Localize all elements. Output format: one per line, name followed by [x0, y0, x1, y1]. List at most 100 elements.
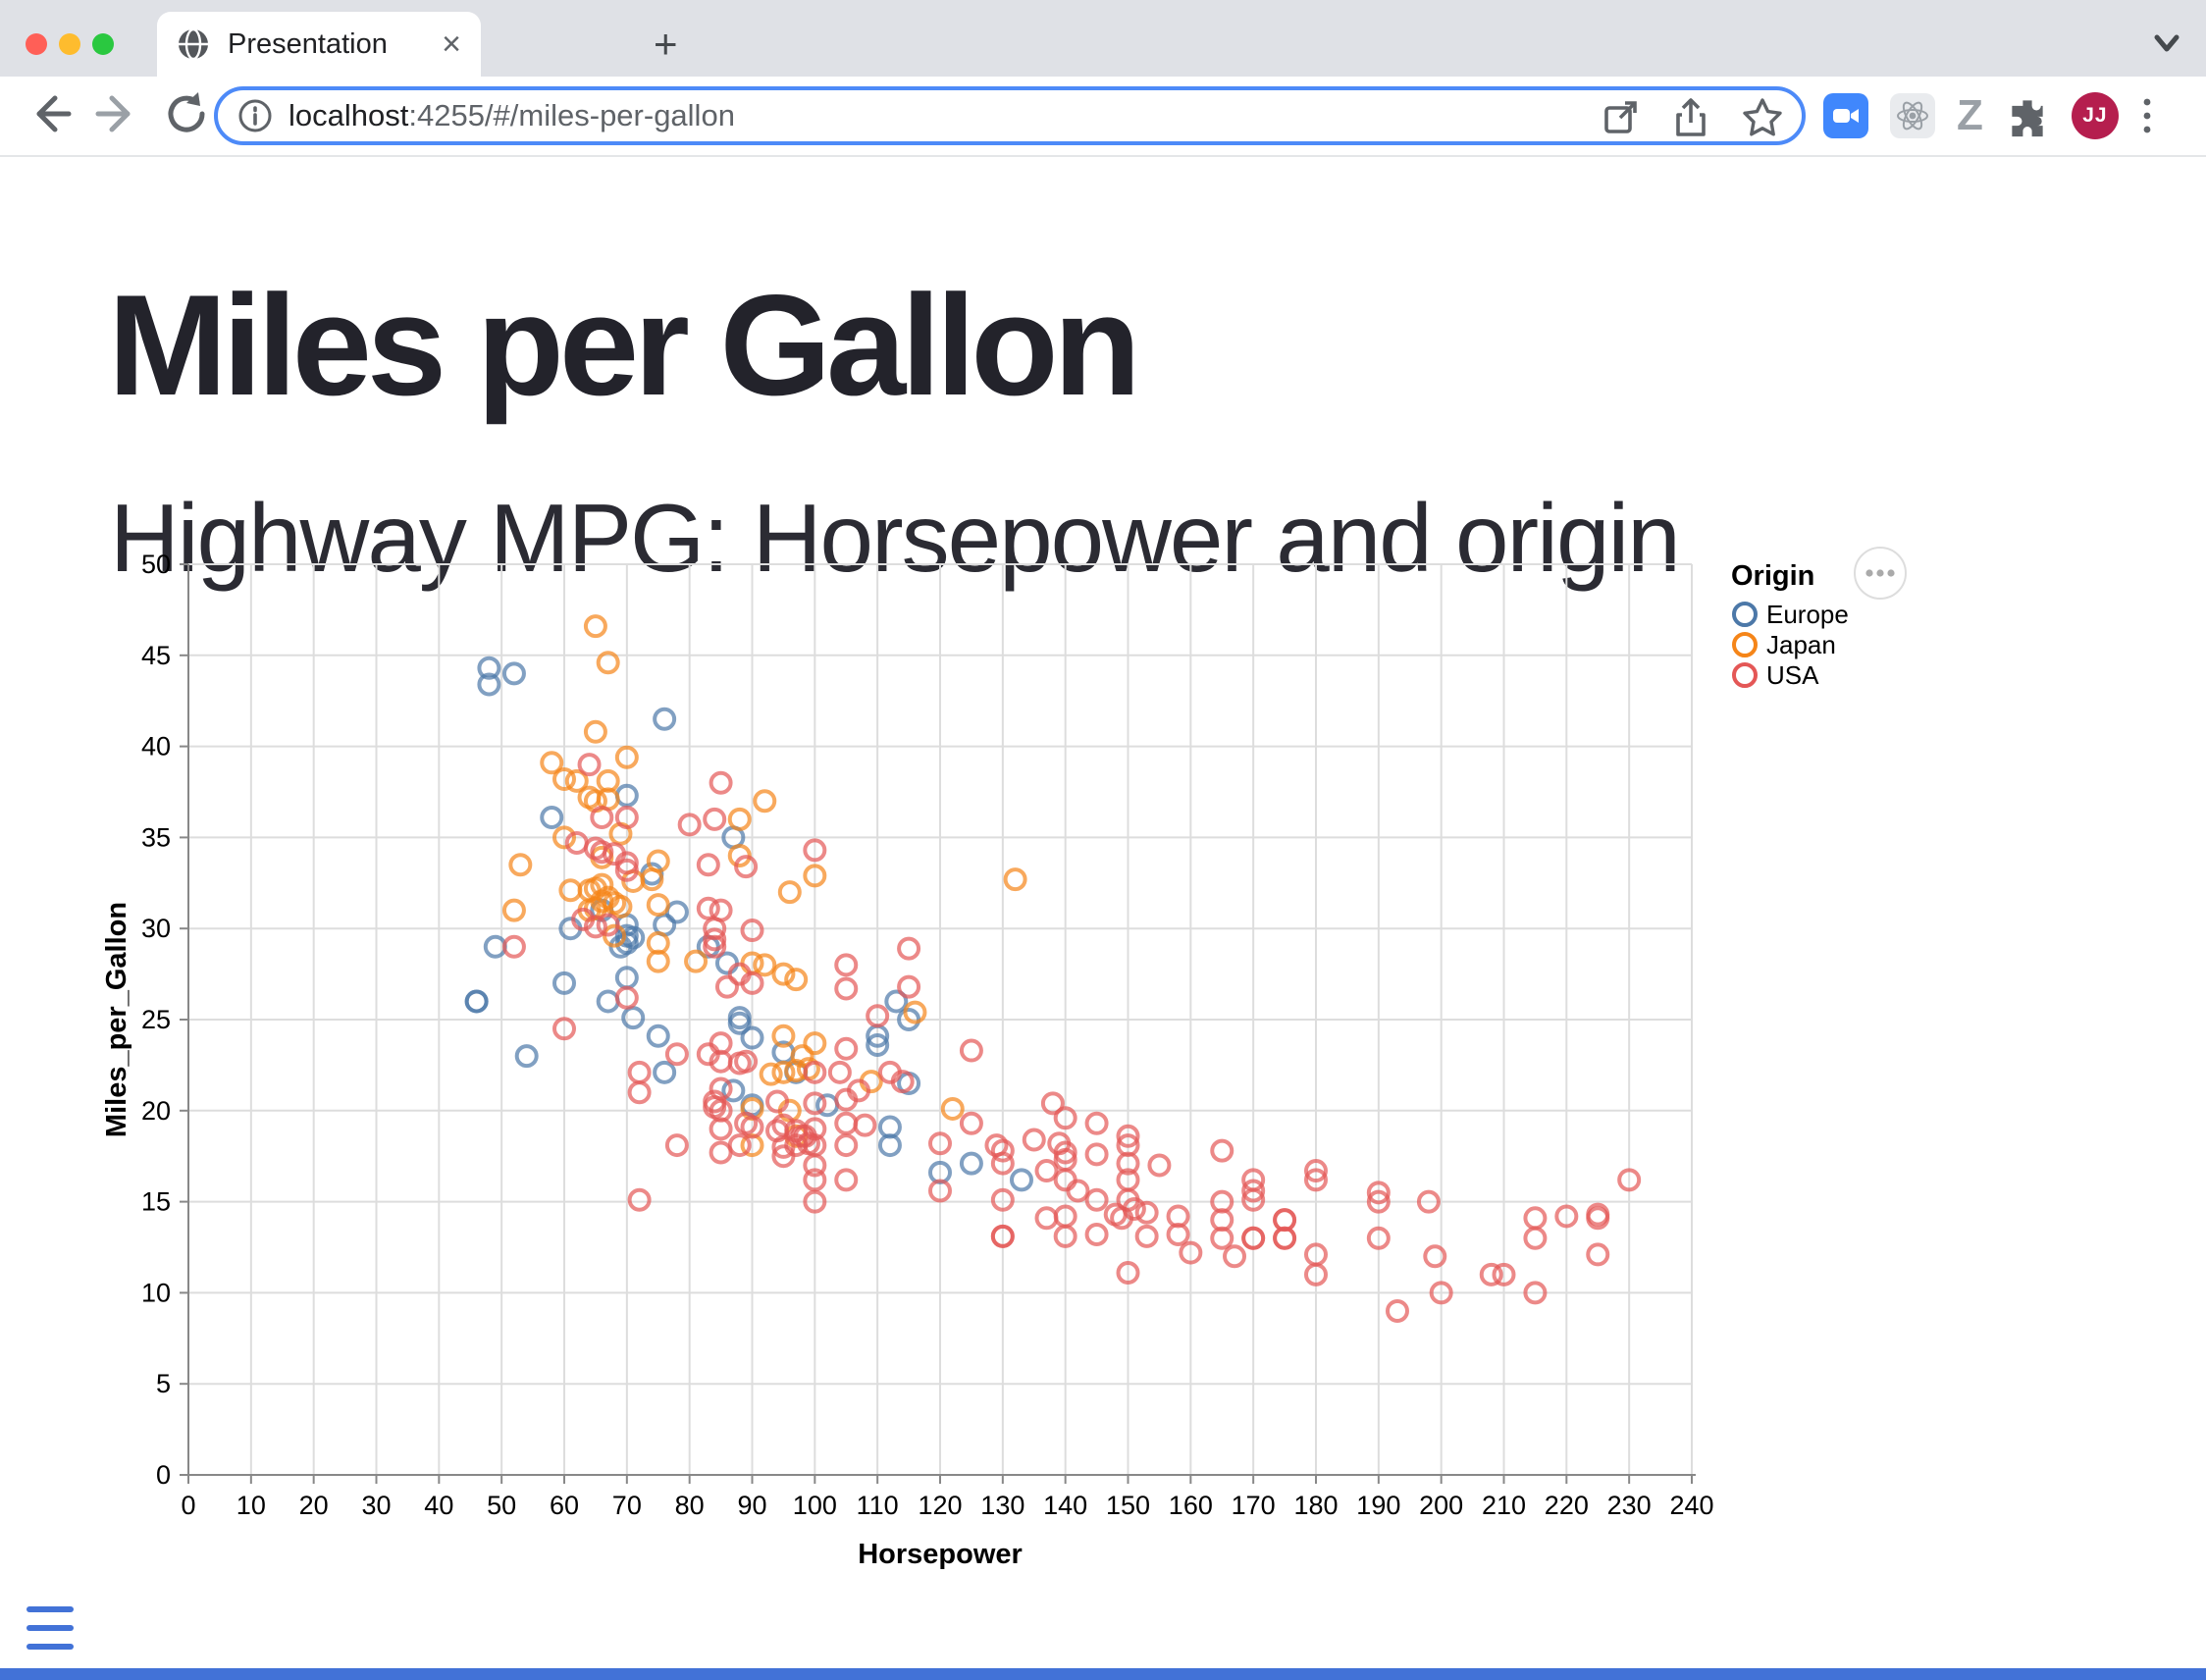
data-point[interactable] [1525, 1208, 1545, 1228]
data-point[interactable] [899, 977, 919, 997]
data-point[interactable] [1087, 1190, 1107, 1210]
x-tick-label: 140 [1043, 1491, 1087, 1520]
legend-label-usa[interactable]: USA [1766, 660, 1819, 690]
data-point[interactable] [1012, 1170, 1031, 1189]
data-point[interactable] [630, 1063, 650, 1082]
x-tick-label: 210 [1482, 1491, 1526, 1520]
data-point[interactable] [649, 895, 668, 915]
data-point[interactable] [1087, 1114, 1107, 1133]
data-point[interactable] [717, 977, 737, 997]
x-tick-label: 40 [424, 1491, 453, 1520]
chart-legend: Origin EuropeJapanUSA [1731, 560, 1849, 690]
x-tick-label: 120 [918, 1491, 962, 1520]
data-point[interactable] [830, 1063, 850, 1082]
y-tick-label: 25 [141, 1005, 171, 1034]
data-point[interactable] [705, 810, 724, 829]
data-point[interactable] [586, 722, 605, 742]
x-tick-label: 20 [299, 1491, 329, 1520]
legend-swatch-usa [1734, 664, 1756, 686]
browser-window: Presentation × + localhost:4255/#/miles [0, 0, 2206, 1680]
data-point[interactable] [855, 1116, 874, 1135]
data-point[interactable] [504, 901, 524, 920]
legend-label-europe[interactable]: Europe [1766, 600, 1849, 629]
data-point[interactable] [1087, 1225, 1107, 1244]
data-point[interactable] [836, 955, 856, 974]
data-point[interactable] [836, 1170, 856, 1189]
data-point[interactable] [542, 808, 561, 827]
data-point[interactable] [730, 1135, 750, 1155]
y-tick-label: 40 [141, 732, 171, 761]
y-tick-label: 5 [156, 1369, 171, 1398]
data-point[interactable] [836, 1135, 856, 1155]
series-usa [504, 755, 1639, 1321]
data-point[interactable] [1225, 1246, 1244, 1266]
x-tick-label: 30 [361, 1491, 391, 1520]
data-point[interactable] [517, 1046, 537, 1066]
data-point[interactable] [649, 1026, 668, 1046]
legend-swatch-japan [1734, 634, 1756, 656]
data-point[interactable] [667, 1044, 687, 1064]
data-point[interactable] [1006, 869, 1025, 889]
slide-progress-bar[interactable] [0, 1668, 2206, 1680]
data-point[interactable] [836, 1039, 856, 1059]
series-japan [504, 616, 1025, 1155]
data-point[interactable] [1149, 1155, 1169, 1175]
data-point[interactable] [1087, 1144, 1107, 1164]
chart-actions-button[interactable] [1855, 548, 1906, 599]
data-point[interactable] [711, 1142, 731, 1162]
data-point[interactable] [962, 1041, 981, 1061]
x-tick-label: 80 [675, 1491, 705, 1520]
x-tick-label: 0 [181, 1491, 195, 1520]
data-point[interactable] [1037, 1161, 1057, 1181]
x-tick-label: 160 [1169, 1491, 1213, 1520]
data-point[interactable] [730, 810, 750, 829]
data-point[interactable] [504, 663, 524, 683]
data-point[interactable] [1137, 1227, 1157, 1246]
data-point[interactable] [711, 773, 731, 793]
data-point[interactable] [655, 709, 674, 729]
data-point[interactable] [467, 991, 487, 1011]
data-point[interactable] [580, 755, 600, 774]
data-point[interactable] [836, 978, 856, 998]
x-tick-label: 10 [236, 1491, 266, 1520]
legend-title: Origin [1731, 560, 1814, 592]
data-point[interactable] [630, 1190, 650, 1210]
y-tick-label: 20 [141, 1096, 171, 1126]
data-point[interactable] [667, 1135, 687, 1155]
data-point[interactable] [586, 616, 605, 636]
data-point[interactable] [899, 939, 919, 959]
y-tick-label: 0 [156, 1460, 171, 1490]
data-point[interactable] [943, 1099, 963, 1119]
data-point[interactable] [599, 991, 618, 1011]
data-point[interactable] [1024, 1129, 1044, 1149]
x-tick-label: 180 [1293, 1491, 1338, 1520]
chart-points [467, 616, 1640, 1321]
x-tick-label: 230 [1607, 1491, 1652, 1520]
x-tick-label: 130 [980, 1491, 1024, 1520]
data-point[interactable] [1212, 1141, 1232, 1161]
data-point[interactable] [1588, 1244, 1607, 1264]
y-axis-title: Miles_per_Gallon [101, 902, 132, 1137]
y-tick-label: 30 [141, 914, 171, 943]
data-point[interactable] [655, 1063, 674, 1082]
data-point[interactable] [962, 1114, 981, 1133]
data-point[interactable] [630, 1082, 650, 1102]
legend-label-japan[interactable]: Japan [1766, 630, 1836, 659]
data-point[interactable] [962, 1154, 981, 1174]
data-point[interactable] [1388, 1301, 1407, 1321]
x-tick-label: 240 [1669, 1491, 1713, 1520]
data-point[interactable] [1525, 1229, 1545, 1248]
data-point[interactable] [1037, 1208, 1057, 1228]
data-point[interactable] [1068, 1181, 1087, 1200]
data-point[interactable] [699, 855, 718, 874]
data-point[interactable] [780, 882, 800, 902]
x-tick-label: 100 [793, 1491, 837, 1520]
data-point[interactable] [1137, 1203, 1157, 1223]
data-point[interactable] [755, 791, 774, 811]
y-tick-label: 50 [141, 550, 171, 579]
data-point[interactable] [510, 855, 530, 874]
data-point[interactable] [755, 955, 774, 974]
y-tick-label: 10 [141, 1278, 171, 1307]
data-point[interactable] [504, 937, 524, 957]
data-point[interactable] [836, 1114, 856, 1133]
